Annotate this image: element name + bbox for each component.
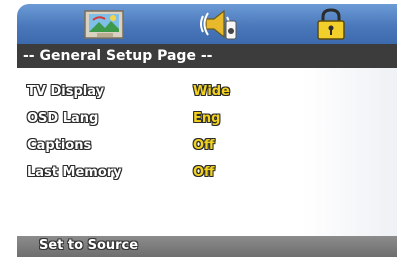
page-title: -- General Setup Page -- [17, 44, 397, 68]
setting-value[interactable]: Wide [193, 84, 230, 99]
padlock-icon [317, 8, 345, 40]
status-bar: Set to Source [17, 236, 397, 257]
audio-speaker-icon [200, 9, 237, 40]
tab-password-lock[interactable] [309, 7, 353, 41]
dvd-setup-menu: -- General Setup Page -- TV Display Wide… [17, 4, 397, 257]
setting-row-tv-display[interactable]: TV Display Wide [17, 80, 397, 106]
setting-label: TV Display [27, 84, 105, 99]
setting-label: Last Memory [27, 165, 122, 180]
tab-general-setup[interactable] [83, 7, 127, 41]
setting-value[interactable]: Eng [193, 111, 220, 126]
setting-value[interactable]: Off [193, 165, 215, 180]
setting-label: OSD Lang [27, 111, 99, 126]
tab-audio-setup[interactable] [198, 7, 242, 41]
setting-value[interactable]: Off [193, 138, 215, 153]
setup-tab-bar [17, 4, 397, 44]
setting-label: Captions [27, 138, 92, 153]
settings-list: TV Display Wide OSD Lang Eng Captions Of… [17, 68, 397, 236]
setting-row-captions[interactable]: Captions Off [17, 134, 397, 160]
general-setup-picture-icon [84, 10, 124, 39]
setting-row-last-memory[interactable]: Last Memory Off [17, 161, 397, 187]
status-text: Set to Source [39, 238, 139, 253]
setting-row-osd-lang[interactable]: OSD Lang Eng [17, 107, 397, 133]
